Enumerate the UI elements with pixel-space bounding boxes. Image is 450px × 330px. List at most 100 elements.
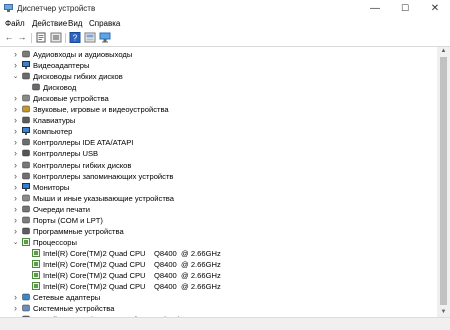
tree-item[interactable]: ⌄ Процессоры xyxy=(0,237,437,248)
expand-chevron-icon[interactable]: › xyxy=(12,61,19,70)
tree-item[interactable]: › Контроллеры USB xyxy=(0,148,437,159)
menu-action[interactable]: Действие xyxy=(32,19,67,28)
floppy-drive-icon xyxy=(32,83,40,91)
back-button[interactable]: ← xyxy=(3,32,15,43)
floppy-drive-icon xyxy=(22,72,30,80)
menu-view[interactable]: Вид xyxy=(68,19,82,28)
tree-item[interactable]: › Контроллеры IDE ATA/ATAPI xyxy=(0,137,437,148)
tree-item[interactable]: › Порты (COM и LPT) xyxy=(0,215,437,226)
tree-category-label: Программные устройства xyxy=(33,226,124,236)
tree-item[interactable]: › Мониторы xyxy=(0,182,437,193)
tree-category-label: Контроллеры IDE ATA/ATAPI xyxy=(33,138,134,148)
tree-category-label: Видеоадаптеры xyxy=(33,61,90,71)
port-icon xyxy=(22,216,30,223)
expand-chevron-icon[interactable]: › xyxy=(12,182,19,192)
system-device-icon xyxy=(22,304,30,312)
tree-category-label: Мыши и иные указывающие устройства xyxy=(33,193,174,203)
expand-chevron-icon[interactable]: › xyxy=(12,293,19,302)
tree-item[interactable]: › Дисковые устройства xyxy=(0,93,437,104)
tree-item[interactable]: › Компьютер xyxy=(0,126,437,137)
properties-icon[interactable] xyxy=(35,32,47,43)
tree-category-label: Процессоры xyxy=(33,237,77,247)
expand-chevron-icon[interactable]: › xyxy=(12,304,19,313)
window-title: Диспетчер устройств xyxy=(17,4,96,13)
tree-item[interactable]: › Контроллеры запоминающих устройств xyxy=(0,171,437,182)
toolbar-separator xyxy=(65,33,66,43)
status-bar xyxy=(0,317,450,330)
tree-item[interactable]: › Аудиовходы и аудиовыходы xyxy=(0,49,437,60)
expand-chevron-icon[interactable]: › xyxy=(12,127,19,136)
expand-chevron-icon[interactable]: › xyxy=(12,50,19,59)
scan-hardware-icon[interactable] xyxy=(99,32,111,43)
tree-item[interactable]: › Системные устройства xyxy=(0,303,437,314)
tree-item[interactable]: › Видеоадаптеры xyxy=(0,60,437,71)
tree-category-label: Контроллеры USB xyxy=(33,149,99,159)
tree-device-label: Intel(R) Core(TM)2 Quad CPU Q8400 @ 2.66… xyxy=(43,248,221,258)
tree-item[interactable]: Intel(R) Core(TM)2 Quad CPU Q8400 @ 2.66… xyxy=(0,259,437,270)
software-device-icon xyxy=(22,227,30,235)
expand-chevron-icon[interactable]: › xyxy=(12,193,19,203)
tree-item[interactable]: › Мыши и иные указывающие устройства xyxy=(0,193,437,204)
title-bar[interactable]: Диспетчер устройств — ☐ ✕ xyxy=(0,0,450,17)
tree-item[interactable]: Intel(R) Core(TM)2 Quad CPU Q8400 @ 2.66… xyxy=(0,281,437,292)
scroll-up-arrow[interactable]: ▲ xyxy=(437,47,450,56)
expand-chevron-icon[interactable]: › xyxy=(12,105,19,114)
tree-category-label: Аудиовходы и аудиовыходы xyxy=(33,50,133,59)
device-manager-icon xyxy=(4,4,13,12)
mouse-icon xyxy=(22,194,30,201)
tree-category-label: Порты (COM и LPT) xyxy=(33,215,103,225)
expand-chevron-icon[interactable]: › xyxy=(12,149,19,158)
menu-help[interactable]: Справка xyxy=(89,19,120,28)
vertical-scrollbar[interactable]: ▲ ▼ xyxy=(437,47,450,317)
tree-item[interactable]: ⌄ Дисководы гибких дисков xyxy=(0,71,437,82)
expand-chevron-icon[interactable]: › xyxy=(12,116,19,125)
tree-item[interactable]: Intel(R) Core(TM)2 Quad CPU Q8400 @ 2.66… xyxy=(0,248,437,259)
tree-item[interactable]: Дисковод xyxy=(0,82,437,93)
tree-category-label: Очереди печати xyxy=(33,204,90,214)
tree-item[interactable]: › Клавиатуры xyxy=(0,115,437,126)
expand-chevron-icon[interactable]: › xyxy=(12,226,19,236)
tree-category-label: Компьютер xyxy=(33,127,73,137)
maximize-button[interactable]: ☐ xyxy=(390,0,420,17)
keyboard-icon xyxy=(22,117,30,124)
collapse-chevron-icon[interactable]: ⌄ xyxy=(12,238,19,247)
floppy-controller-icon xyxy=(22,161,30,168)
menu-file[interactable]: Файл xyxy=(5,19,25,28)
tree-device-label: Intel(R) Core(TM)2 Quad CPU Q8400 @ 2.66… xyxy=(43,259,221,269)
tree-item[interactable]: › Очереди печати xyxy=(0,204,437,215)
expand-chevron-icon[interactable]: › xyxy=(12,138,19,147)
audio-io-icon xyxy=(22,50,30,58)
toolbar-separator xyxy=(31,33,32,43)
tree-item[interactable]: Intel(R) Core(TM)2 Quad CPU Q8400 @ 2.66… xyxy=(0,270,437,281)
update-driver-icon[interactable] xyxy=(50,32,62,43)
view-hidden-icon[interactable] xyxy=(84,32,96,43)
tree-item[interactable]: › Звуковые, игровые и видеоустройства xyxy=(0,104,437,115)
processor-icon xyxy=(32,248,40,257)
expand-chevron-icon[interactable]: › xyxy=(12,94,19,103)
tree-item[interactable]: › Сетевые адаптеры xyxy=(0,292,437,303)
processor-icon xyxy=(22,237,30,246)
expand-chevron-icon[interactable]: › xyxy=(12,160,19,170)
tree-category-label: Мониторы xyxy=(33,182,70,192)
toolbar: ← → ? xyxy=(0,30,450,47)
scroll-thumb[interactable] xyxy=(440,57,447,305)
expand-chevron-icon[interactable]: › xyxy=(12,204,19,214)
expand-chevron-icon[interactable]: › xyxy=(12,215,19,225)
svg-text:?: ? xyxy=(73,34,78,43)
device-tree[interactable]: › Аудиовходы и аудиовыходы › Видеоадаптеры ⌄… xyxy=(0,47,437,317)
processor-icon xyxy=(32,282,40,291)
forward-button[interactable]: → xyxy=(16,32,28,43)
tree-item[interactable]: › Контроллеры гибких дисков xyxy=(0,160,437,171)
tree-category-label: Клавиатуры xyxy=(33,116,76,126)
collapse-chevron-icon[interactable]: ⌄ xyxy=(12,72,19,81)
tree-item[interactable]: › Программные устройства xyxy=(0,226,437,237)
tree-device-label: Дисковод xyxy=(43,83,77,93)
close-button[interactable]: ✕ xyxy=(420,0,450,17)
menu-bar: Файл Действие Вид Справка xyxy=(0,17,450,30)
scroll-down-arrow[interactable]: ▼ xyxy=(437,308,450,317)
minimize-button[interactable]: — xyxy=(360,0,390,17)
expand-chevron-icon[interactable]: › xyxy=(12,171,19,181)
help-icon[interactable]: ? xyxy=(69,32,81,43)
tree-category-label: Звуковые, игровые и видеоустройства xyxy=(33,105,169,115)
tree-device-label: Intel(R) Core(TM)2 Quad CPU Q8400 @ 2.66… xyxy=(43,282,221,292)
